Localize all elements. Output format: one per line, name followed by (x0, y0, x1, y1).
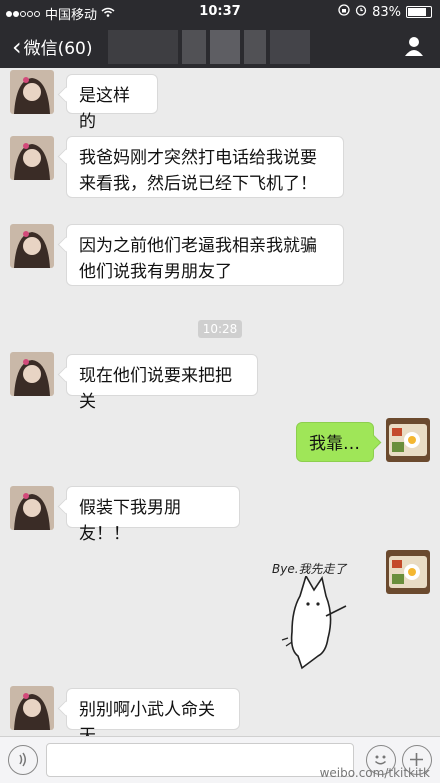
timestamp-badge: 10:28 (198, 320, 242, 338)
contact-avatar[interactable] (10, 352, 54, 396)
message-bubble[interactable]: 是这样的 (66, 74, 158, 132)
message-bubble-outgoing[interactable]: 我靠… (296, 422, 374, 462)
contact-avatar[interactable] (10, 224, 54, 268)
contact-avatar[interactable] (10, 136, 54, 180)
navigation-bar: ‹ 微信(60) (0, 24, 440, 68)
voice-button[interactable] (8, 745, 38, 775)
chat-area[interactable]: 是这样的 我爸妈刚才突然打电话给我说要来看我，然后说已经下飞机了！ 因为之前他们… (0, 68, 440, 746)
alarm-icon (355, 4, 367, 20)
message-text: 我靠… (309, 434, 360, 454)
status-bar: 中国移动 10:37 83% (0, 0, 440, 24)
watermark: weibo.com/tkitkitk (319, 766, 430, 780)
message-text: 我爸妈刚才突然打电话给我说要来看我，然后说已经下飞机了！ (79, 148, 317, 194)
battery-icon (406, 6, 432, 18)
redacted-chat-title (108, 30, 328, 64)
sticker[interactable]: Bye.我先走了 (262, 558, 372, 674)
message-input[interactable] (46, 743, 354, 777)
contact-avatar[interactable] (10, 686, 54, 730)
voice-icon (19, 752, 26, 767)
message-bubble[interactable]: 因为之前他们老逼我相亲我就骗他们说我有男朋友了 (66, 224, 344, 286)
message-bubble[interactable]: 别别啊小武人命关天 (66, 688, 240, 746)
message-text: 因为之前他们老逼我相亲我就骗他们说我有男朋友了 (79, 236, 317, 282)
orientation-lock-icon (338, 4, 350, 20)
contact-avatar[interactable] (10, 70, 54, 114)
battery-percent: 83% (372, 4, 401, 20)
my-avatar[interactable] (386, 550, 430, 594)
message-text: 假装下我男朋友！！ (79, 498, 181, 544)
message-text: 是这样的 (79, 86, 130, 132)
chevron-left-icon: ‹ (12, 32, 22, 61)
my-avatar[interactable] (386, 418, 430, 462)
back-button[interactable]: ‹ 微信(60) (12, 32, 93, 61)
message-bubble[interactable]: 现在他们说要来把把关 (66, 354, 258, 412)
status-right: 83% (338, 4, 432, 20)
contact-info-icon[interactable] (402, 34, 426, 58)
contact-avatar[interactable] (10, 486, 54, 530)
message-text: 现在他们说要来把把关 (79, 366, 232, 412)
message-bubble[interactable]: 我爸妈刚才突然打电话给我说要来看我，然后说已经下飞机了！ (66, 136, 344, 198)
sticker-caption: Bye.我先走了 (272, 562, 347, 576)
message-bubble[interactable]: 假装下我男朋友！！ (66, 486, 240, 544)
back-label: 微信(60) (23, 39, 93, 59)
